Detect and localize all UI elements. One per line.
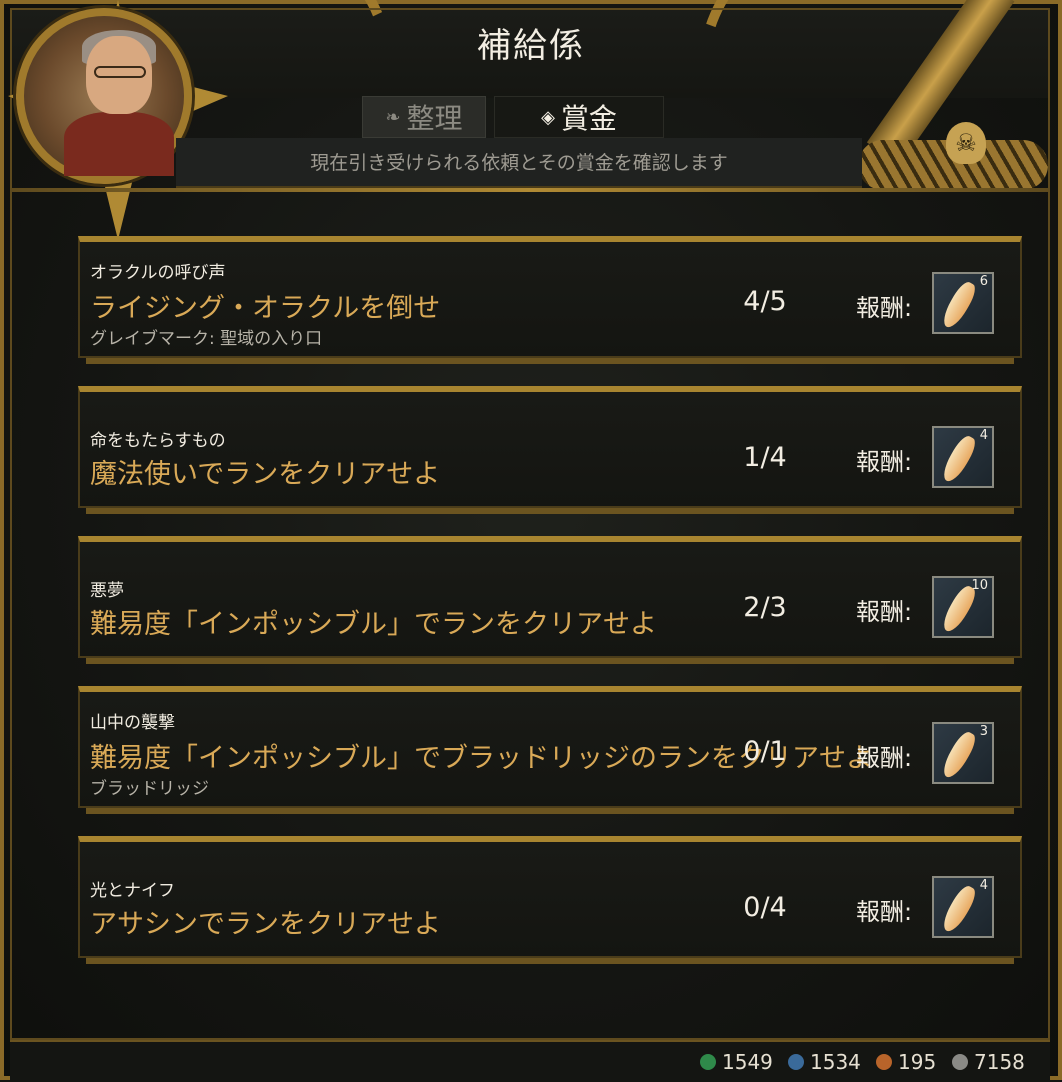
quest-category: 光とナイフ — [90, 881, 175, 901]
currency-value: 195 — [898, 1050, 937, 1074]
green-gem-icon — [700, 1054, 716, 1070]
page-title: 補給係 — [477, 26, 585, 66]
currency-value: 1534 — [810, 1050, 861, 1074]
quest-progress: 4/5 — [743, 286, 787, 317]
portrait-glasses — [94, 66, 146, 78]
reward-count: 4 — [979, 878, 988, 893]
reward-label: 報酬: — [856, 294, 913, 322]
quest-row[interactable]: 悪夢 難易度「インポッシブル」でランをクリアせよ 2/3 報酬: 10 — [78, 536, 1022, 664]
quest-category: 悪夢 — [90, 581, 124, 601]
quest-location: ブラッドリッジ — [90, 779, 209, 799]
feather-quill-icon — [938, 278, 980, 332]
feather-quill-icon — [938, 432, 980, 486]
tab-organize-label: 整理 — [406, 102, 463, 135]
quest-row[interactable]: オラクルの呼び声 ライジング・オラクルを倒せ グレイブマーク: 聖域の入り口 4… — [78, 236, 1022, 364]
blue-gem-icon — [788, 1054, 804, 1070]
reward-item[interactable]: 6 — [932, 272, 994, 334]
feather-quill-icon — [938, 728, 980, 782]
tab-bounty[interactable]: ◈ 賞金 — [494, 96, 664, 138]
quest-progress: 0/1 — [743, 736, 787, 767]
reward-label: 報酬: — [856, 448, 913, 476]
quest-progress: 0/4 — [743, 892, 787, 923]
diamond-icon: ◈ — [541, 106, 555, 128]
reward-count: 4 — [979, 428, 988, 443]
scroll-icon: ❧ — [385, 106, 401, 128]
quest-row[interactable]: 命をもたらすもの 魔法使いでランをクリアせよ 1/4 報酬: 4 — [78, 386, 1022, 514]
reward-label: 報酬: — [856, 744, 913, 772]
quest-category: 山中の襲撃 — [90, 713, 175, 733]
quest-progress: 2/3 — [743, 592, 787, 623]
quest-objective: ライジング・オラクルを倒せ — [90, 293, 441, 324]
feather-quill-icon — [938, 882, 980, 936]
subtitle: 現在引き受けられる依頼とその賞金を確認します — [310, 152, 728, 174]
reward-item[interactable]: 4 — [932, 426, 994, 488]
quest-progress: 1/4 — [743, 442, 787, 473]
currency-green: 1549 — [700, 1050, 773, 1074]
portrait-robe — [64, 112, 174, 176]
quest-location: グレイブマーク: 聖域の入り口 — [90, 329, 323, 349]
reward-item[interactable]: 10 — [932, 576, 994, 638]
currency-blue: 1534 — [788, 1050, 861, 1074]
orange-gem-icon — [876, 1054, 892, 1070]
reward-label: 報酬: — [856, 898, 913, 926]
quest-objective: アサシンでランをクリアせよ — [90, 909, 441, 940]
reward-count: 6 — [979, 274, 988, 289]
reward-item[interactable]: 3 — [932, 722, 994, 784]
reward-item[interactable]: 4 — [932, 876, 994, 938]
grey-gem-icon — [952, 1054, 968, 1070]
quest-row[interactable]: 光とナイフ アサシンでランをクリアせよ 0/4 報酬: 4 — [78, 836, 1022, 964]
reward-count: 3 — [979, 724, 988, 739]
quest-objective: 魔法使いでランをクリアせよ — [90, 459, 441, 490]
currency-value: 1549 — [722, 1050, 773, 1074]
quest-objective: 難易度「インポッシブル」でランをクリアせよ — [90, 609, 657, 640]
quest-category: 命をもたらすもの — [90, 431, 226, 451]
quest-row[interactable]: 山中の襲撃 難易度「インポッシブル」でブラッドリッジのランをクリアせよ ブラッド… — [78, 686, 1022, 814]
currency-value: 7158 — [974, 1050, 1025, 1074]
reward-count: 10 — [971, 578, 988, 593]
tab-organize[interactable]: ❧ 整理 — [362, 96, 486, 138]
quest-category: オラクルの呼び声 — [90, 263, 226, 283]
currency-orange: 195 — [876, 1050, 936, 1074]
reward-label: 報酬: — [856, 598, 913, 626]
tab-bounty-label: 賞金 — [560, 102, 617, 135]
header-divider — [10, 188, 1050, 192]
skull-icon: ☠ — [946, 122, 986, 164]
currency-grey: 7158 — [952, 1050, 1025, 1074]
